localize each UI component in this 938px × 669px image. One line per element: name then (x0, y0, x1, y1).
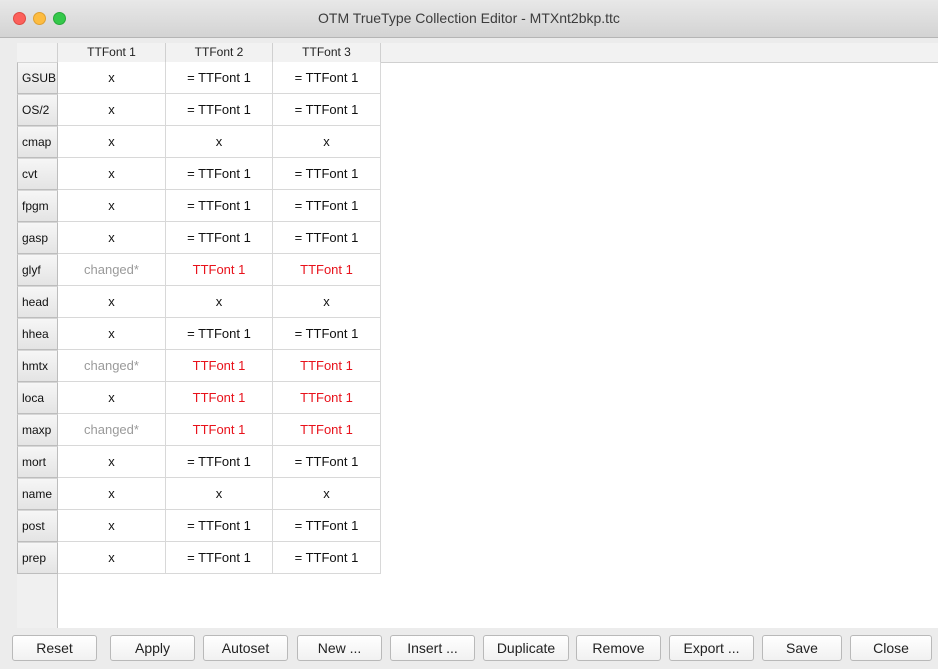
table-cell[interactable]: TTFont 1 (273, 382, 381, 414)
table-cell[interactable]: changed* (58, 254, 166, 286)
table-row: cmap x x x (17, 126, 381, 158)
table-cell[interactable]: = TTFont 1 (166, 510, 273, 542)
duplicate-button[interactable]: Duplicate (483, 635, 569, 661)
table-cell[interactable]: x (58, 382, 166, 414)
table-cell[interactable]: x (58, 222, 166, 254)
header-corner (17, 43, 58, 62)
column-header[interactable]: TTFont 3 (273, 43, 381, 62)
row-header-gsub[interactable]: GSUB (17, 62, 58, 94)
row-header-fpgm[interactable]: fpgm (17, 190, 58, 222)
row-header-os2[interactable]: OS/2 (17, 94, 58, 126)
save-button[interactable]: Save (762, 635, 842, 661)
table-cell[interactable]: = TTFont 1 (273, 510, 381, 542)
table-cell[interactable]: TTFont 1 (273, 350, 381, 382)
table-row: hhea x = TTFont 1 = TTFont 1 (17, 318, 381, 350)
table-cell[interactable]: changed* (58, 350, 166, 382)
table-cell[interactable]: x (166, 286, 273, 318)
table-row: fpgm x = TTFont 1 = TTFont 1 (17, 190, 381, 222)
table-cell[interactable]: x (58, 62, 166, 94)
table-cell[interactable]: x (166, 126, 273, 158)
table-cell[interactable]: = TTFont 1 (166, 446, 273, 478)
table-row: GSUB x = TTFont 1 = TTFont 1 (17, 62, 381, 94)
row-header-cmap[interactable]: cmap (17, 126, 58, 158)
remove-button[interactable]: Remove (576, 635, 661, 661)
table-cell[interactable]: = TTFont 1 (273, 190, 381, 222)
column-header[interactable]: TTFont 2 (166, 43, 273, 62)
row-header-glyf[interactable]: glyf (17, 254, 58, 286)
title-bar: OTM TrueType Collection Editor - MTXnt2b… (0, 0, 938, 38)
new-button[interactable]: New ... (297, 635, 382, 661)
table-cell[interactable]: TTFont 1 (166, 414, 273, 446)
table-row: post x = TTFont 1 = TTFont 1 (17, 510, 381, 542)
column-header[interactable]: TTFont 1 (58, 43, 166, 62)
row-header-prep[interactable]: prep (17, 542, 58, 574)
table-cell[interactable]: TTFont 1 (166, 350, 273, 382)
table-cell[interactable]: TTFont 1 (273, 414, 381, 446)
row-header-hmtx[interactable]: hmtx (17, 350, 58, 382)
table-row: gasp x = TTFont 1 = TTFont 1 (17, 222, 381, 254)
table-row: mort x = TTFont 1 = TTFont 1 (17, 446, 381, 478)
row-header-mort[interactable]: mort (17, 446, 58, 478)
apply-button[interactable]: Apply (110, 635, 195, 661)
table-row: prep x = TTFont 1 = TTFont 1 (17, 542, 381, 574)
table-panel: TTFont 1 TTFont 2 TTFont 3 GSUB x = TTFont 1… (17, 43, 938, 628)
table-cell[interactable]: changed* (58, 414, 166, 446)
table-row: maxp changed* TTFont 1 TTFont 1 (17, 414, 381, 446)
button-bar: Reset Apply Autoset New ... Insert ... Duplic… (0, 628, 938, 669)
row-header-head[interactable]: head (17, 286, 58, 318)
table-cell[interactable]: x (58, 94, 166, 126)
table-cell[interactable]: x (58, 446, 166, 478)
table-cell[interactable]: x (58, 542, 166, 574)
table-cell[interactable]: = TTFont 1 (273, 542, 381, 574)
table-cell[interactable]: x (273, 478, 381, 510)
export-button[interactable]: Export ... (669, 635, 754, 661)
table-cell[interactable]: = TTFont 1 (273, 318, 381, 350)
table-row: OS/2 x = TTFont 1 = TTFont 1 (17, 94, 381, 126)
table-cell[interactable]: = TTFont 1 (166, 542, 273, 574)
table-cell[interactable]: x (58, 318, 166, 350)
table-row: cvt x = TTFont 1 = TTFont 1 (17, 158, 381, 190)
table-cell[interactable]: = TTFont 1 (166, 222, 273, 254)
table-cell[interactable]: x (58, 190, 166, 222)
table-cell[interactable]: = TTFont 1 (166, 94, 273, 126)
row-header-hhea[interactable]: hhea (17, 318, 58, 350)
table-cell[interactable]: TTFont 1 (273, 254, 381, 286)
table-cell[interactable]: = TTFont 1 (273, 446, 381, 478)
insert-button[interactable]: Insert ... (390, 635, 475, 661)
table-cell[interactable]: TTFont 1 (166, 382, 273, 414)
autoset-button[interactable]: Autoset (203, 635, 288, 661)
table-cell[interactable]: = TTFont 1 (166, 62, 273, 94)
table-cell[interactable]: x (58, 510, 166, 542)
table-cell[interactable]: x (58, 478, 166, 510)
table-cell[interactable]: x (58, 158, 166, 190)
table-cell[interactable]: = TTFont 1 (166, 190, 273, 222)
table-row: hmtx changed* TTFont 1 TTFont 1 (17, 350, 381, 382)
table-row: loca x TTFont 1 TTFont 1 (17, 382, 381, 414)
table-cell[interactable]: x (273, 286, 381, 318)
table-cell[interactable]: x (58, 126, 166, 158)
window-title: OTM TrueType Collection Editor - MTXnt2b… (318, 10, 620, 26)
row-header-post[interactable]: post (17, 510, 58, 542)
row-header-loca[interactable]: loca (17, 382, 58, 414)
table-cell[interactable]: = TTFont 1 (273, 62, 381, 94)
table-row: head x x x (17, 286, 381, 318)
table-cell[interactable]: = TTFont 1 (166, 158, 273, 190)
table-cell[interactable]: = TTFont 1 (166, 318, 273, 350)
table-cell[interactable]: = TTFont 1 (273, 94, 381, 126)
table-row: glyf changed* TTFont 1 TTFont 1 (17, 254, 381, 286)
row-header-maxp[interactable]: maxp (17, 414, 58, 446)
row-header-gasp[interactable]: gasp (17, 222, 58, 254)
table-cell[interactable]: = TTFont 1 (273, 158, 381, 190)
row-header-name[interactable]: name (17, 478, 58, 510)
table-row: name x x x (17, 478, 381, 510)
table-cell[interactable]: x (58, 286, 166, 318)
row-header-cvt[interactable]: cvt (17, 158, 58, 190)
table-cell[interactable]: = TTFont 1 (273, 222, 381, 254)
table-cell[interactable]: x (166, 478, 273, 510)
table-cell[interactable]: TTFont 1 (166, 254, 273, 286)
table-cell[interactable]: x (273, 126, 381, 158)
column-header-row: TTFont 1 TTFont 2 TTFont 3 (17, 43, 938, 63)
close-button[interactable]: Close (850, 635, 932, 661)
reset-button[interactable]: Reset (12, 635, 97, 661)
